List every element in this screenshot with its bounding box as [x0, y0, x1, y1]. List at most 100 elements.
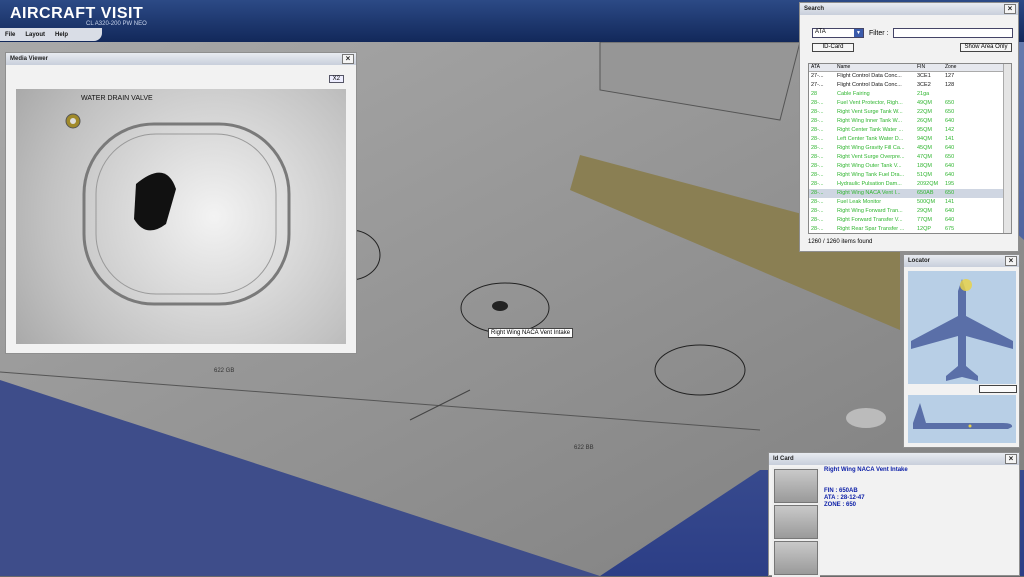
cell-name: Right Forward Transfer V...	[837, 217, 903, 223]
cell-fin: 3CE1	[917, 73, 931, 79]
locator-top-view[interactable]	[908, 271, 1016, 384]
table-row[interactable]: 28-... Right Wing Forward Tran... 29QM 640	[809, 207, 1011, 216]
cell-fin: 45QM	[917, 145, 932, 151]
id-card-ata: ATA : 28-12-47	[824, 495, 865, 501]
locator-side-view[interactable]	[908, 395, 1016, 443]
cell-ata: 28-...	[811, 109, 824, 115]
cell-ata: 28-...	[811, 118, 824, 124]
col-name[interactable]: Name	[837, 64, 917, 71]
table-row[interactable]: 28-... Right Vent Surge Tank W... 22QM 650	[809, 108, 1011, 117]
table-row[interactable]: 28-... Right Wing Inner Tank W... 26QM 640	[809, 117, 1011, 126]
media-viewer-close-button[interactable]: ×	[342, 54, 354, 64]
id-card-thumbnails	[772, 467, 820, 577]
cell-zone: 640	[945, 118, 955, 124]
media-photo[interactable]: WATER DRAIN VALVE	[16, 89, 346, 344]
id-card-item-name: Right Wing NACA Vent Intake	[824, 467, 908, 473]
zoom-x2-button[interactable]: X2	[328, 75, 344, 83]
cell-zone: 640	[945, 217, 955, 223]
cell-zone: 640	[945, 163, 955, 169]
cell-ata: 28-...	[811, 127, 824, 133]
table-row[interactable]: 28-... Right Wing Tank Fuel Dra... 51QM 640	[809, 171, 1011, 180]
cell-name: Flight Control Data Conc...	[837, 73, 902, 79]
menu-bar: File Layout Help	[0, 28, 102, 41]
cell-ata: 28-...	[811, 136, 824, 142]
scene-tooltip: Right Wing NACA Vent Intake	[488, 328, 574, 338]
table-row[interactable]: 28-... Fuel Leak Monitor 500QM 141	[809, 198, 1011, 207]
cell-name: Left Center Tank Water D...	[837, 136, 904, 142]
search-title: Search ×	[800, 3, 1018, 15]
thumbnail-2[interactable]	[774, 505, 818, 539]
id-card-title-text: Id Card	[773, 456, 794, 462]
cell-ata: 28	[811, 91, 818, 97]
cell-zone: 650	[945, 100, 955, 106]
menu-help[interactable]: Help	[55, 32, 68, 38]
cell-zone: 675	[945, 226, 955, 232]
cell-ata: 28-...	[811, 145, 824, 151]
search-close-button[interactable]: ×	[1004, 4, 1016, 14]
menu-file[interactable]: File	[5, 32, 15, 38]
wing-mark-1: 622 GB	[214, 368, 234, 374]
items-found-status: 1260 / 1260 items found	[808, 239, 873, 245]
table-row[interactable]: 28-... Right Wing Outer Tank V... 18QM 640	[809, 162, 1011, 171]
cell-zone: 650	[945, 154, 955, 160]
cell-zone: 650	[945, 190, 955, 196]
table-row[interactable]: 28 Cable Fairing 21ga	[809, 90, 1011, 99]
table-row[interactable]: 28-... Fuel Vent Protector, Righ... 49QM 65…	[809, 99, 1011, 108]
cell-name: Right Wing Forward Tran...	[837, 208, 903, 214]
table-scrollbar[interactable]	[1003, 64, 1011, 233]
aircraft-model: CL A320-200 PW NEO	[86, 21, 147, 27]
media-viewer-panel: Media Viewer × X2 WATER DRAIN VALVE	[5, 52, 357, 354]
cell-ata: 28-...	[811, 199, 824, 205]
col-zone[interactable]: Zone	[945, 64, 975, 71]
locator-close-button[interactable]: ×	[1005, 256, 1017, 266]
col-ata[interactable]: ATA	[809, 64, 837, 71]
filter-label: Filter :	[869, 29, 889, 37]
id-card-close-button[interactable]: ×	[1005, 454, 1017, 464]
table-row[interactable]: 28-... Right Wing Gravity Fill Ca... 45QM 6…	[809, 144, 1011, 153]
table-row[interactable]: 27-... Flight Control Data Conc... 3CE2 128	[809, 81, 1011, 90]
cell-name: Fuel Leak Monitor	[837, 199, 882, 205]
cell-zone: 142	[945, 127, 955, 133]
cell-fin: 650AB	[917, 190, 934, 196]
thumbnail-3[interactable]	[774, 541, 818, 575]
id-card-button[interactable]: ID-Card	[812, 43, 854, 52]
cell-fin: 21ga	[917, 91, 930, 97]
locator-view-dropdown[interactable]	[979, 385, 1017, 393]
chevron-down-icon[interactable]: ▼	[854, 29, 863, 37]
table-row[interactable]: 27-... Flight Control Data Conc... 3CE1 127	[809, 72, 1011, 81]
cell-fin: 95QM	[917, 127, 932, 133]
table-row[interactable]: 28-... Left Center Tank Water D... 94QM 141	[809, 135, 1011, 144]
table-row[interactable]: 28-... Right Center Tank Water ... 95QM 142	[809, 126, 1011, 135]
id-card-panel: Id Card × Right Wing NACA Vent Intake FI…	[768, 452, 1020, 577]
aircraft-top-icon	[911, 279, 1013, 381]
search-results-table[interactable]: ATA Name FIN Zone 27-... Flight Control D…	[808, 63, 1012, 234]
aircraft-side-icon	[913, 403, 1013, 429]
cell-fin: 47QM	[917, 154, 932, 160]
media-viewer-title-text: Media Viewer	[10, 56, 48, 62]
valve-photo-graphic	[65, 113, 291, 306]
cell-name: Cable Fairing	[837, 91, 870, 97]
filter-input[interactable]	[893, 28, 1014, 38]
id-card-details: FIN : 650AB ATA : 28-12-47 ZONE : 650	[824, 488, 865, 509]
table-row[interactable]: 28-... Hydraulic Pulsation Dam... 2092QM 19…	[809, 180, 1011, 189]
cell-zone: 640	[945, 208, 955, 214]
table-row[interactable]: 28-... Right Forward Transfer V... 77QM 640	[809, 216, 1011, 225]
cell-fin: 3CE2	[917, 82, 931, 88]
cell-zone	[945, 90, 975, 99]
cell-fin: 49QM	[917, 100, 932, 106]
cell-fin: 2092QM	[917, 181, 939, 187]
col-fin[interactable]: FIN	[917, 64, 945, 71]
cell-zone: 195	[945, 181, 955, 187]
search-type-select[interactable]: ATA ▼	[812, 28, 864, 38]
thumbnail-1[interactable]	[774, 469, 818, 503]
table-row[interactable]: 28-... Right Rear Spar Transfer ... 12QP 67…	[809, 225, 1011, 233]
cell-ata: 28-...	[811, 172, 824, 178]
cell-ata: 28-...	[811, 154, 824, 160]
menu-layout[interactable]: Layout	[25, 32, 45, 38]
cell-zone: 141	[945, 199, 955, 205]
show-area-only-button[interactable]: Show Area Only	[960, 43, 1012, 52]
cell-name: Right Wing Gravity Fill Ca...	[837, 145, 905, 151]
cell-fin: 29QM	[917, 208, 932, 214]
table-row[interactable]: 28-... Right Wing NACA Vent I... 650AB 650	[809, 189, 1011, 198]
table-row[interactable]: 28-... Right Vent Surge Overpre... 47QM 650	[809, 153, 1011, 162]
